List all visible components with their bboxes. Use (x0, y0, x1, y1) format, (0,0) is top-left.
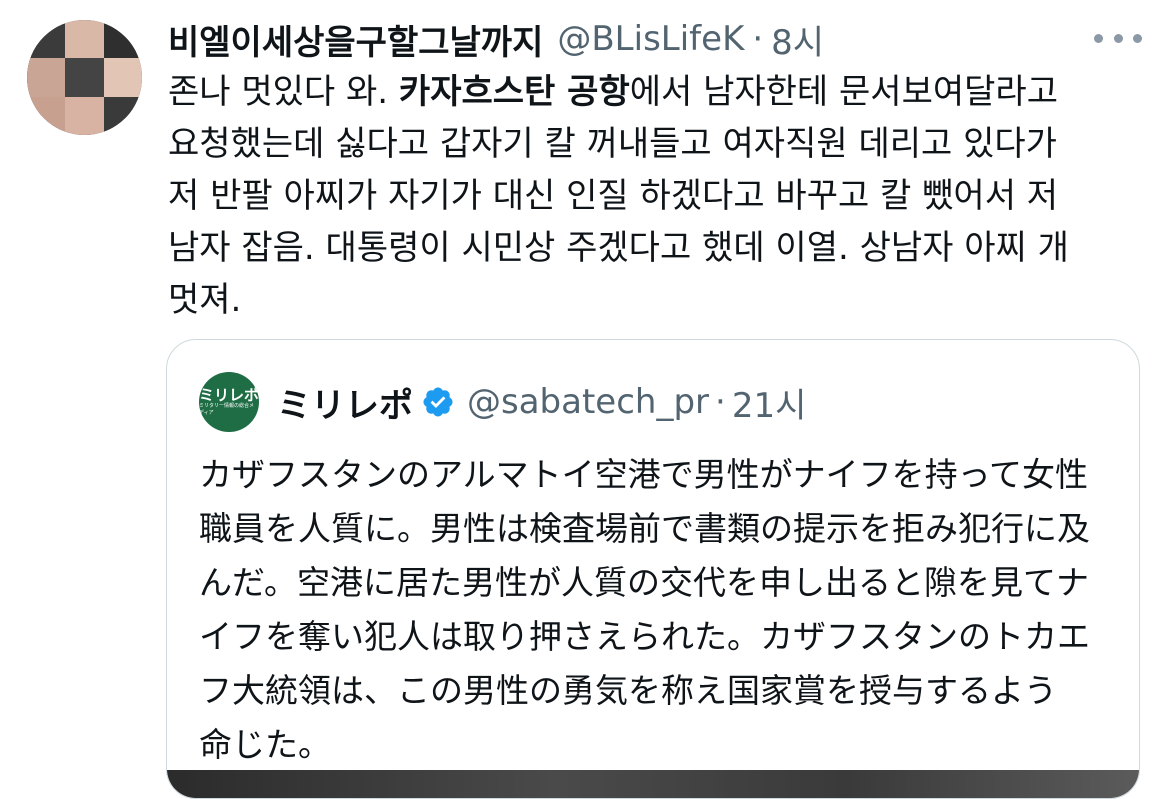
quoted-tweet-timestamp[interactable]: 21시 (732, 378, 807, 427)
quoted-tweet-header: ミリレポ @sabatech_pr · 21시 (277, 378, 806, 426)
avatar-logo-subtext: ミリタリー情報の総合メディア (199, 403, 255, 416)
separator-dot: · (715, 382, 726, 422)
avatar-photo-tile (27, 96, 66, 135)
quoted-tweet-card[interactable]: ミリレポ ミリタリー情報の総合メディア ミリレポ @sabatech_pr · … (166, 339, 1140, 799)
avatar-logo-text: ミリレポ (199, 386, 260, 404)
tweet-text-part: 존나 멋있다 와. (168, 72, 399, 112)
tweet-header: 비엘이세상을구할그날까지 @BLisLifeK · 8시 (168, 14, 824, 64)
avatar-photo-tile (103, 20, 142, 59)
tweet-timestamp[interactable]: 8시 (771, 15, 824, 64)
quoted-author-handle[interactable]: @sabatech_pr (467, 382, 709, 422)
author-display-name[interactable]: 비엘이세상을구할그날까지 (168, 15, 543, 64)
avatar-photo-tile (103, 96, 142, 135)
user-avatar[interactable] (27, 20, 142, 135)
quoted-author-display-name[interactable]: ミリレポ (277, 378, 413, 427)
author-handle[interactable]: @BLisLifeK (557, 19, 744, 59)
tweet-text-bold: 카자흐스탄 공항 (398, 72, 630, 112)
more-dot (1094, 33, 1103, 43)
quoted-tweet-media[interactable] (167, 770, 1139, 798)
more-dot (1113, 33, 1123, 43)
separator-dot: · (752, 19, 764, 59)
tweet-text: 존나 멋있다 와. 카자흐스탄 공항에서 남자한테 문서보여달라고 요청했는데 … (168, 66, 1143, 326)
avatar-photo-tile (65, 96, 104, 135)
quoted-author-avatar[interactable]: ミリレポ ミリタリー情報の総合メディア (199, 372, 259, 432)
avatar-photo-tile (27, 58, 66, 97)
avatar-photo-tile (27, 20, 66, 59)
avatar-photo-tile (103, 58, 142, 97)
more-horizontal-icon[interactable] (1094, 26, 1142, 50)
more-dot (1133, 33, 1142, 43)
verified-badge-icon (423, 387, 453, 417)
quoted-tweet-text: カザフスタンのアルマトイ空港で男性がナイフを持って女性 職員を人質に。男性は検査… (199, 455, 1090, 764)
avatar-photo-tile (65, 58, 104, 97)
avatar-photo-tile (65, 20, 104, 59)
